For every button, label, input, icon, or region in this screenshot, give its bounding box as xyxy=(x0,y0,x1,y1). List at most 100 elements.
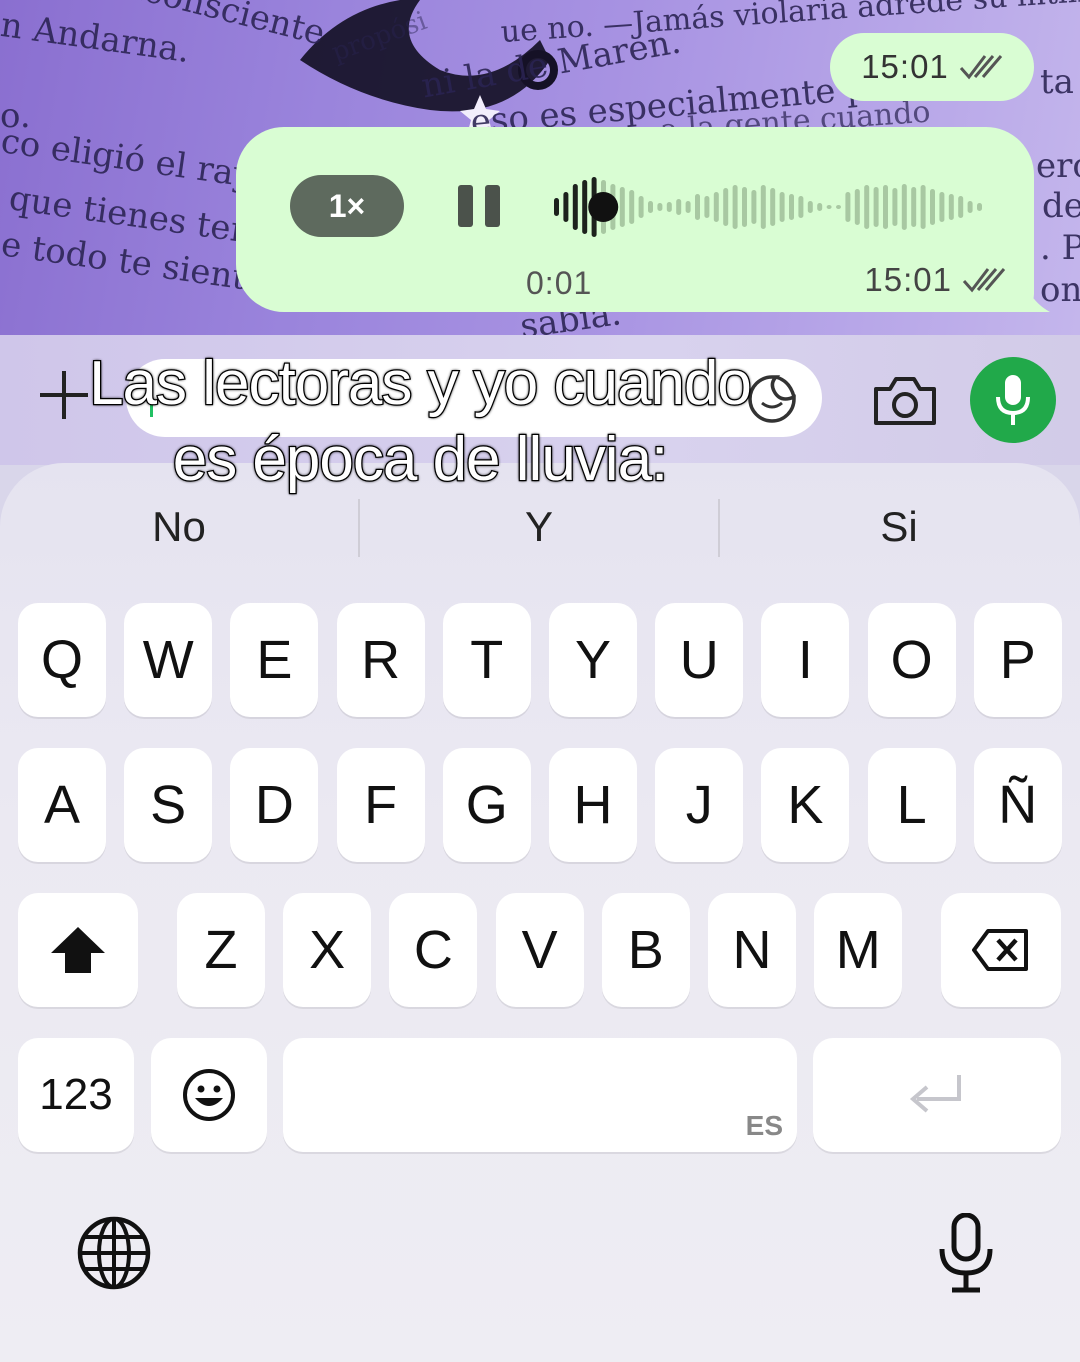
double-check-icon xyxy=(962,268,1006,293)
key-l[interactable]: L xyxy=(867,748,956,862)
camera-icon[interactable] xyxy=(872,375,938,427)
voice-record-button[interactable] xyxy=(970,357,1056,443)
key-w[interactable]: W xyxy=(124,603,213,717)
key-u[interactable]: U xyxy=(655,603,744,717)
keyboard-language: ES xyxy=(745,1110,783,1141)
voice-message-meta: 15:01 xyxy=(864,261,1006,299)
key-e[interactable]: E xyxy=(230,603,319,717)
key-i[interactable]: I xyxy=(761,603,850,717)
waveform-bar xyxy=(751,190,757,224)
key-q[interactable]: Q xyxy=(18,603,106,717)
book-text: ero xyxy=(1036,146,1080,186)
key-h[interactable]: H xyxy=(549,748,637,862)
key-k[interactable]: K xyxy=(761,748,850,862)
voice-message-bubble[interactable]: 1× 0:01 15:01 xyxy=(236,127,1034,312)
key-ñ[interactable]: Ñ xyxy=(973,748,1062,862)
waveform-bar xyxy=(666,202,672,212)
waveform-bar xyxy=(563,192,569,222)
key-a[interactable]: A xyxy=(18,748,106,862)
waveform-bar xyxy=(883,185,888,229)
playback-position-knob[interactable] xyxy=(588,192,619,222)
key-s[interactable]: S xyxy=(124,748,213,862)
key-r[interactable]: R xyxy=(336,603,425,717)
message-time: 15:01 xyxy=(861,48,949,85)
bubble-tail xyxy=(1010,262,1050,312)
key-v[interactable]: V xyxy=(495,893,584,1007)
waveform-bar xyxy=(770,188,776,226)
book-text: de xyxy=(1042,186,1080,226)
key-m[interactable]: M xyxy=(814,893,903,1007)
waveform-bar xyxy=(845,192,851,222)
key-f[interactable]: F xyxy=(336,748,425,862)
playback-speed-button[interactable]: 1× xyxy=(290,175,404,237)
shift-icon xyxy=(51,927,105,973)
return-key[interactable] xyxy=(813,1038,1061,1152)
waveform-bar xyxy=(713,192,719,222)
waveform-bar xyxy=(779,192,785,222)
message-time: 15:01 xyxy=(864,261,952,298)
waveform-bar xyxy=(807,201,813,213)
waveform-bar xyxy=(864,185,870,229)
waveform-bar xyxy=(854,189,860,225)
waveform-bar xyxy=(676,199,682,215)
waveform-bar xyxy=(742,187,747,227)
key-y[interactable]: Y xyxy=(549,603,637,717)
key-t[interactable]: T xyxy=(442,603,531,717)
space-key[interactable]: ES xyxy=(283,1038,797,1152)
waveform-bar xyxy=(704,196,710,218)
waveform-bar xyxy=(817,203,823,211)
suggestion-item[interactable]: No xyxy=(0,487,358,567)
backspace-key[interactable] xyxy=(941,893,1061,1007)
waveform-bar xyxy=(892,188,898,226)
microphone-icon xyxy=(996,375,1030,425)
waveform-bar xyxy=(958,196,964,218)
suggestion-bar: No Y Si xyxy=(0,487,1080,567)
emoji-icon xyxy=(183,1069,235,1121)
book-text: ta la xyxy=(1040,62,1080,102)
waveform-bar xyxy=(789,194,794,220)
key-j[interactable]: J xyxy=(655,748,744,862)
waveform-bar xyxy=(760,185,766,229)
key-c[interactable]: C xyxy=(389,893,478,1007)
key-z[interactable]: Z xyxy=(177,893,265,1007)
numbers-key[interactable]: 123 xyxy=(18,1038,134,1152)
waveform-bar xyxy=(967,201,973,213)
waveform-bar xyxy=(695,194,700,220)
waveform-bar xyxy=(836,205,841,209)
suggestion-item[interactable]: Y xyxy=(360,487,718,567)
waveform-bar xyxy=(920,185,926,229)
key-p[interactable]: P xyxy=(973,603,1062,717)
key-x[interactable]: X xyxy=(283,893,372,1007)
waveform-bar xyxy=(826,205,832,209)
waveform-bar xyxy=(901,184,907,230)
shift-key[interactable] xyxy=(18,893,138,1007)
waveform-bar xyxy=(798,196,804,218)
emoji-key[interactable] xyxy=(151,1038,267,1152)
globe-icon[interactable] xyxy=(76,1215,152,1291)
waveform-bar xyxy=(930,189,935,225)
return-icon xyxy=(909,1075,961,1113)
pause-icon[interactable] xyxy=(458,185,502,227)
double-check-icon xyxy=(959,55,1002,80)
key-o[interactable]: O xyxy=(867,603,956,717)
key-g[interactable]: G xyxy=(442,748,531,862)
waveform-bar xyxy=(873,187,879,227)
video-caption: Las lectoras y yo cuando es época de llu… xyxy=(40,346,800,498)
suggestion-item[interactable]: Si xyxy=(720,487,1078,567)
dictation-icon[interactable] xyxy=(936,1213,996,1293)
sent-message-bubble[interactable]: 15:01 xyxy=(830,33,1034,101)
key-b[interactable]: B xyxy=(601,893,690,1007)
waveform-bar xyxy=(648,201,653,213)
keyboard: No Y Si 123 ES Q W E R T Y U I O P A S D… xyxy=(0,463,1080,1362)
waveform-bar xyxy=(732,185,738,229)
key-n[interactable]: N xyxy=(708,893,796,1007)
waveform-bar xyxy=(948,194,954,220)
waveform-bar xyxy=(911,187,917,227)
voice-duration: 0:01 xyxy=(526,265,593,301)
backspace-icon xyxy=(972,929,1028,971)
waveform-bar xyxy=(638,196,644,218)
voice-waveform[interactable] xyxy=(552,169,992,245)
caption-line: es época de lluvia: xyxy=(171,424,669,496)
key-d[interactable]: D xyxy=(230,748,319,862)
waveform-bar xyxy=(619,187,625,227)
